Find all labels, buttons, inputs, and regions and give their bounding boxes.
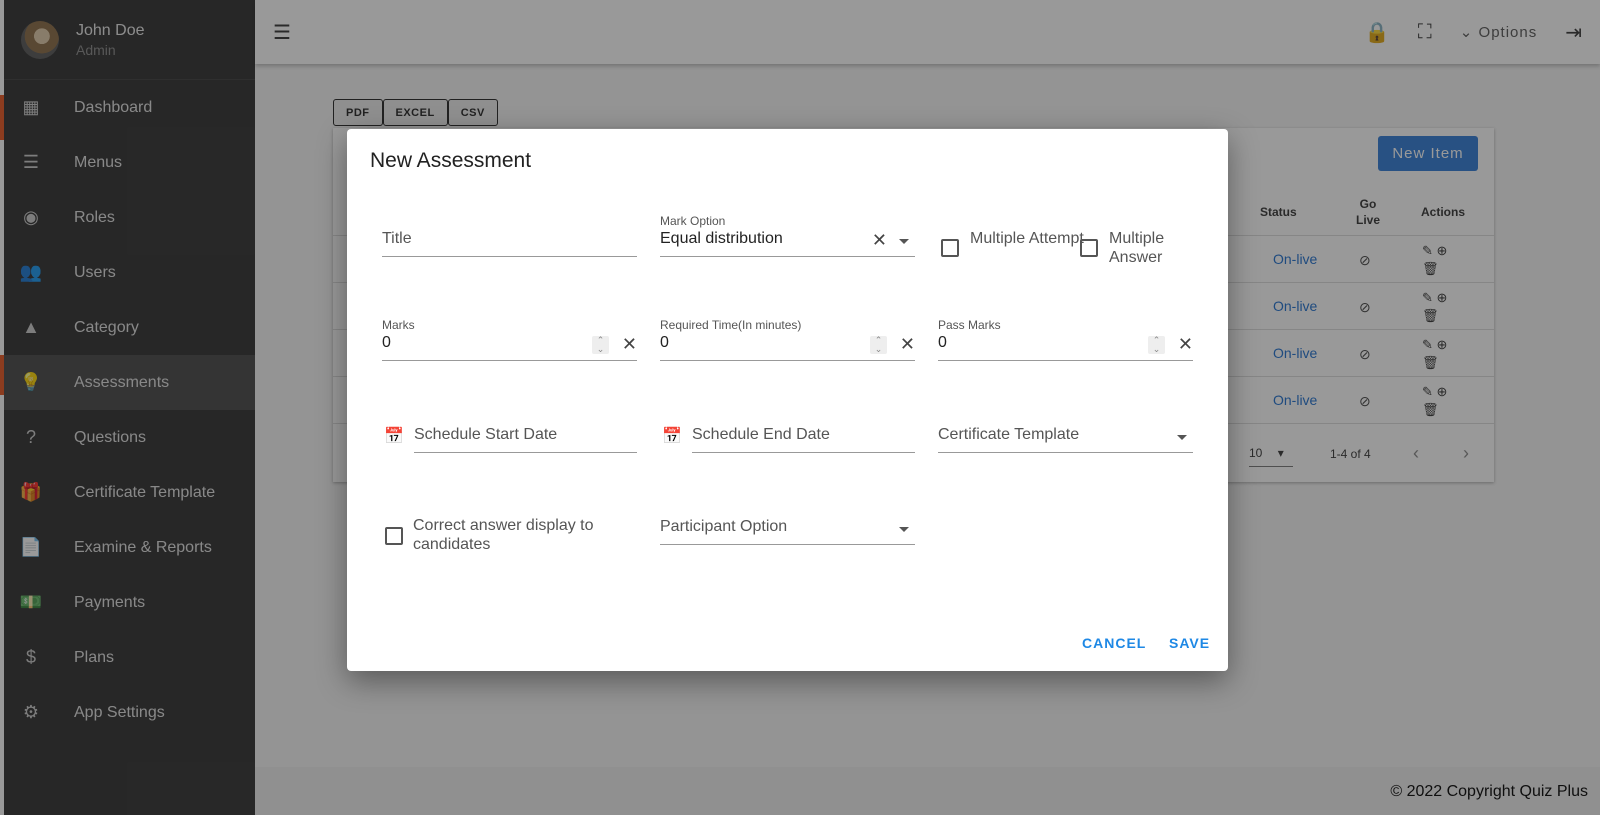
stepper-icon[interactable]: ⌃ ⌄ — [870, 336, 887, 354]
pass-marks-label: Pass Marks — [938, 318, 1001, 332]
schedule-start-date-input[interactable]: Schedule Start Date — [414, 423, 637, 453]
multiple-attempt-checkbox[interactable] — [941, 239, 959, 257]
clear-icon[interactable]: ✕ — [1178, 334, 1193, 355]
caret-down-icon — [899, 239, 909, 244]
marks-label: Marks — [382, 318, 415, 332]
save-button[interactable]: SAVE — [1169, 635, 1210, 651]
calendar-icon[interactable]: 📅 — [384, 426, 404, 445]
stepper-icon[interactable]: ⌃ ⌄ — [592, 336, 609, 354]
clear-icon[interactable]: ✕ — [900, 334, 915, 355]
pass-marks-input[interactable]: 0 ⌃ ⌄ ✕ — [938, 331, 1193, 361]
multiple-answer-label: Multiple Answer — [1109, 230, 1165, 266]
correct-answer-label: Correct answer display to candidates — [413, 517, 594, 553]
marks-input[interactable]: 0 ⌃ ⌄ ✕ — [382, 331, 637, 361]
clear-icon[interactable]: ✕ — [622, 334, 637, 355]
participant-option-select[interactable]: Participant Option — [660, 515, 915, 545]
title-input[interactable]: Title — [382, 227, 637, 257]
required-time-label: Required Time(In minutes) — [660, 318, 802, 332]
title-placeholder: Title — [382, 230, 412, 247]
mark-option-value: Equal distribution — [660, 230, 783, 247]
certificate-template-select[interactable]: Certificate Template — [938, 423, 1193, 453]
multiple-attempt-label: Multiple Attempt — [970, 230, 1084, 247]
caret-down-icon — [1177, 435, 1187, 440]
stepper-icon[interactable]: ⌃ ⌄ — [1148, 336, 1165, 354]
mark-option-select[interactable]: Equal distribution ✕ — [660, 227, 915, 257]
clear-icon[interactable]: ✕ — [872, 230, 887, 251]
dialog-title: New Assessment — [370, 149, 532, 172]
caret-down-icon — [899, 527, 909, 532]
new-assessment-dialog: New Assessment Title Mark Option Equal d… — [347, 129, 1228, 671]
schedule-end-date-input[interactable]: Schedule End Date — [692, 423, 915, 453]
calendar-icon[interactable]: 📅 — [662, 426, 682, 445]
correct-answer-checkbox[interactable] — [385, 527, 403, 545]
required-time-input[interactable]: 0 ⌃ ⌄ ✕ — [660, 331, 915, 361]
multiple-answer-checkbox[interactable] — [1080, 239, 1098, 257]
cancel-button[interactable]: CANCEL — [1082, 635, 1146, 651]
mark-option-label: Mark Option — [660, 214, 726, 228]
